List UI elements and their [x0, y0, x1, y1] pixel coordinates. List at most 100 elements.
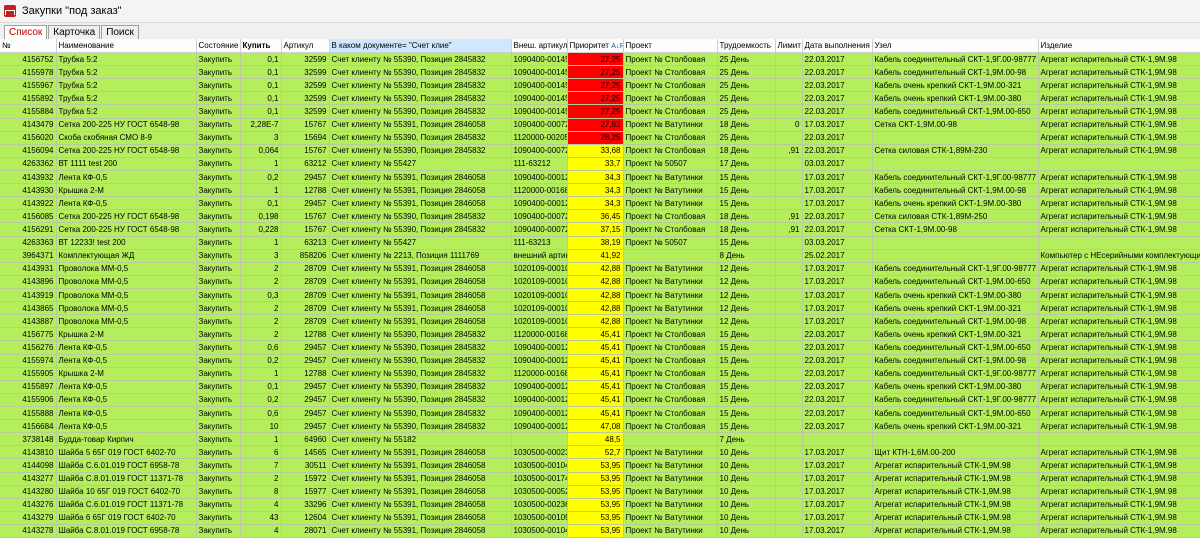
cell-product[interactable]: Агрегат испарительный СТК-1,9М.98 [1038, 78, 1200, 93]
table-row[interactable]: 3964371 Комплектующая ЖД Закупить 3 858206 Сч… [0, 249, 1200, 263]
cell-buy[interactable]: 2 [240, 262, 282, 276]
cell-product[interactable]: Агрегат испарительный СТК-1,9М.98 [1038, 327, 1200, 342]
table-row[interactable]: 4263362 ВТ 1111 test 200 Закупить 1 63212 Сче… [0, 157, 1200, 171]
cell-limit[interactable] [775, 301, 803, 316]
cell-date[interactable]: 22.03.2017 [802, 327, 873, 342]
cell-number[interactable]: 4156094 [0, 144, 57, 158]
cell-priority[interactable]: 33,7 [567, 157, 624, 171]
cell-limit[interactable] [775, 327, 803, 342]
cell-name[interactable]: Шайба С.8.01.019 ГОСТ 11371-78 [56, 472, 197, 486]
col-ext-article[interactable]: Внеш. артикул [511, 39, 568, 53]
cell-labor[interactable]: 10 День [717, 458, 776, 473]
cell-project[interactable]: Проект № Столбовая [623, 380, 718, 394]
tab-card[interactable]: Карточка [48, 25, 101, 39]
cell-project[interactable]: Проект № Ватутинки [623, 458, 718, 473]
table-row[interactable]: 4156094 Сетка 200-225 НУ ГОСТ 6548-98 Заку… [0, 144, 1200, 158]
cell-date[interactable]: 22.03.2017 [802, 104, 873, 119]
cell-number[interactable]: 4155967 [0, 78, 57, 93]
cell-product[interactable]: Агрегат испарительный СТК-1,9М.98 [1038, 458, 1200, 473]
table-row[interactable]: 4143865 Проволока ММ-0,5 Закупить 2 28709 Сче… [0, 301, 1200, 316]
cell-article[interactable]: 12788 [281, 367, 330, 381]
cell-limit[interactable] [775, 157, 803, 171]
cell-article[interactable]: 29457 [281, 196, 330, 211]
cell-number[interactable]: 4143279 [0, 511, 57, 525]
table-row[interactable]: 4155888 Лента КФ-0,5 Закупить 0,6 29457 Счет … [0, 406, 1200, 421]
cell-name[interactable]: Шайба 10 65Г 019 ГОСТ 6402-70 [56, 485, 197, 499]
cell-buy[interactable]: 0,1 [240, 78, 282, 93]
cell-state[interactable]: Закупить [196, 511, 241, 525]
cell-number[interactable]: 4155884 [0, 104, 57, 119]
cell-limit[interactable]: ,91 [775, 222, 803, 237]
cell-labor[interactable]: 18 День [717, 144, 776, 158]
cell-labor[interactable]: 15 День [717, 236, 776, 250]
cell-document[interactable]: Счет клиенту № 55390, Позиция 2845832 [329, 367, 512, 381]
cell-ext-article[interactable]: 1030500-00104 [511, 524, 568, 538]
cell-date[interactable]: 22.03.2017 [802, 144, 873, 158]
cell-ext-article[interactable]: 1030500-00104 [511, 458, 568, 473]
cell-project[interactable]: Проект № Столбовая [623, 393, 718, 407]
cell-state[interactable]: Закупить [196, 288, 241, 303]
cell-node[interactable]: Агрегат испарительный СТК-1,9М.98 [872, 511, 1039, 525]
cell-limit[interactable] [775, 458, 803, 473]
cell-article[interactable]: 32599 [281, 52, 330, 67]
cell-state[interactable]: Закупить [196, 183, 241, 198]
cell-limit[interactable] [775, 249, 803, 263]
cell-ext-article[interactable]: 111-63212 [511, 157, 568, 171]
cell-node[interactable]: Кабель очень крепкий СКТ-1,9М.00-380 [872, 288, 1039, 303]
cell-limit[interactable] [775, 419, 803, 434]
cell-buy[interactable]: 2 [240, 314, 282, 329]
cell-ext-article[interactable]: 1090400-00012 [511, 419, 568, 434]
cell-labor[interactable]: 15 День [717, 340, 776, 355]
cell-buy[interactable]: 2 [240, 472, 282, 486]
cell-number[interactable]: 4263362 [0, 157, 57, 171]
col-product[interactable]: Изделие [1038, 39, 1200, 53]
cell-state[interactable]: Закупить [196, 472, 241, 486]
cell-state[interactable]: Закупить [196, 432, 241, 447]
cell-limit[interactable]: 0 [775, 118, 803, 132]
cell-state[interactable]: Закупить [196, 65, 241, 80]
cell-date[interactable]: 22.03.2017 [802, 354, 873, 368]
cell-name[interactable]: Скоба скобяная СМО 8-9 [56, 131, 197, 145]
cell-product[interactable]: Агрегат испарительный СТК-1,9М.98 [1038, 485, 1200, 499]
cell-labor[interactable]: 18 День [717, 209, 776, 224]
cell-document[interactable]: Счет клиенту № 55390, Позиция 2845832 [329, 340, 512, 355]
cell-product[interactable]: Агрегат испарительный СТК-1,9М.98 [1038, 340, 1200, 355]
cell-labor[interactable]: 25 День [717, 65, 776, 80]
cell-labor[interactable]: 15 День [717, 380, 776, 394]
cell-state[interactable]: Закупить [196, 52, 241, 67]
cell-priority[interactable]: 27,25 [567, 78, 624, 93]
cell-node[interactable]: Кабель соединительный СКТ-1,9Г.00-98777 [872, 393, 1039, 407]
cell-ext-article[interactable]: 1120000-00205 [511, 131, 568, 145]
cell-ext-article[interactable] [511, 432, 568, 447]
cell-node[interactable]: Кабель очень крепкий СКТ-1,9М.00-380 [872, 196, 1039, 211]
cell-date[interactable]: 22.03.2017 [802, 380, 873, 394]
cell-buy[interactable]: 0,6 [240, 340, 282, 355]
cell-document[interactable]: Счет клиенту № 55390, Позиция 2845832 [329, 104, 512, 119]
cell-number[interactable]: 4156085 [0, 209, 57, 224]
cell-product[interactable]: Агрегат испарительный СТК-1,9М.98 [1038, 131, 1200, 145]
cell-node[interactable] [872, 432, 1039, 447]
cell-ext-article[interactable]: 1090400-00012 [511, 393, 568, 407]
cell-ext-article[interactable]: 1090400-00012 [511, 354, 568, 368]
cell-article[interactable]: 29457 [281, 340, 330, 355]
cell-labor[interactable]: 15 День [717, 354, 776, 368]
cell-buy[interactable]: 1 [240, 236, 282, 250]
cell-node[interactable]: Кабель очень крепкий СКТ-1,9М.00-321 [872, 301, 1039, 316]
cell-ext-article[interactable]: 1090400-00145 [511, 104, 568, 119]
cell-number[interactable]: 4143887 [0, 314, 57, 329]
cell-product[interactable]: Агрегат испарительный СТК-1,9М.98 [1038, 183, 1200, 198]
cell-product[interactable]: Агрегат испарительный СТК-1,9М.98 [1038, 419, 1200, 434]
cell-date[interactable]: 22.03.2017 [802, 340, 873, 355]
table-row[interactable]: 4155892 Трубка 5:2 Закупить 0,1 32599 Счет кл… [0, 91, 1200, 106]
cell-document[interactable]: Счет клиенту № 55427 [329, 236, 512, 250]
cell-project[interactable] [623, 432, 718, 447]
cell-labor[interactable]: 15 День [717, 419, 776, 434]
cell-priority[interactable]: 41,92 [567, 249, 624, 263]
cell-node[interactable]: Агрегат испарительный СТК-1,9М.98 [872, 472, 1039, 486]
cell-node[interactable]: Агрегат испарительный СТК-1,9М.98 [872, 458, 1039, 473]
cell-project[interactable]: Проект № Столбовая [623, 65, 718, 80]
cell-product[interactable]: Агрегат испарительный СТК-1,9М.98 [1038, 367, 1200, 381]
cell-document[interactable]: Счет клиенту № 55391, Позиция 2846058 [329, 524, 512, 538]
cell-priority[interactable]: 42,88 [567, 301, 624, 316]
col-project[interactable]: Проект [623, 39, 718, 53]
